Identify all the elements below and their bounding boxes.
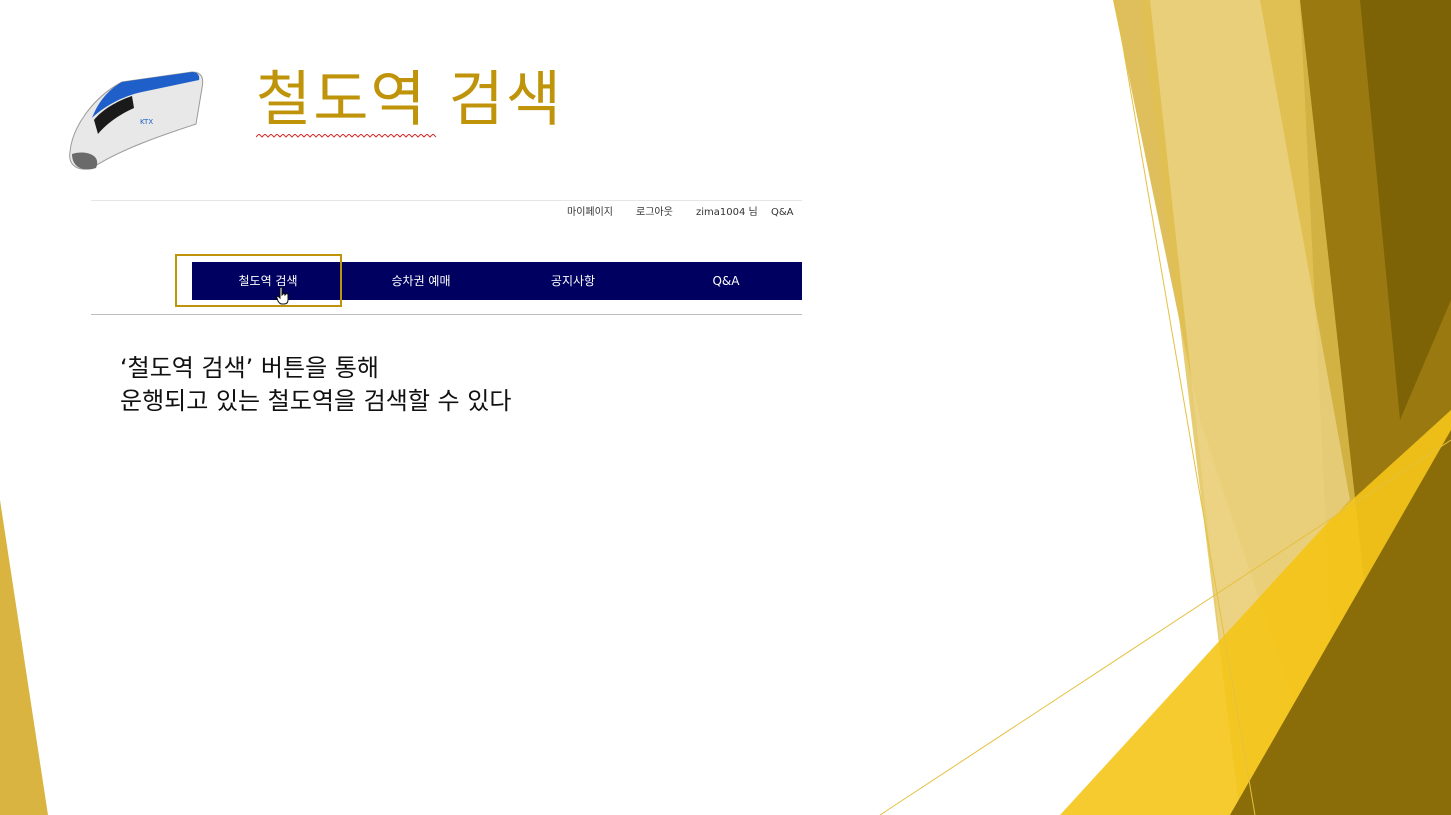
user-greeting: zima1004 님 xyxy=(696,207,758,218)
slide-title-text: 철도역 검색 xyxy=(256,65,564,135)
header-top-divider xyxy=(91,200,802,201)
header-bottom-divider xyxy=(91,314,802,315)
description-line-1: ‘철도역 검색’ 버튼을 통해 xyxy=(120,354,379,382)
slide-title: 철도역 검색 xyxy=(256,70,563,138)
ktx-train-logo: KTX xyxy=(69,71,204,170)
mypage-link[interactable]: 마이페이지 xyxy=(567,206,613,220)
spellcheck-underline xyxy=(256,134,437,138)
nav-notices[interactable]: 공지사항 xyxy=(513,262,633,300)
nav-ticket-booking[interactable]: 승차권 예매 xyxy=(361,262,481,300)
hand-pointer-icon xyxy=(276,287,289,305)
svg-text:KTX: KTX xyxy=(140,118,153,126)
logout-link[interactable]: 로그아웃 xyxy=(636,206,673,220)
qna-header-link[interactable]: Q&A xyxy=(771,206,794,220)
nav-qna[interactable]: Q&A xyxy=(666,262,786,300)
station-search-highlight-box xyxy=(175,254,342,307)
description-line-2: 운행되고 있는 철도역을 검색할 수 있다 xyxy=(120,387,512,415)
